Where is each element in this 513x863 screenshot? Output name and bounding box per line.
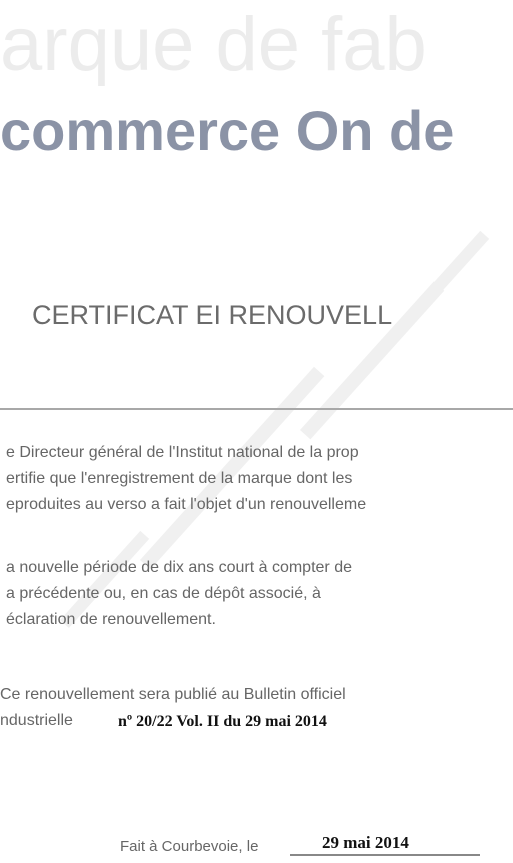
header-line-2: commerce On de <box>0 99 455 162</box>
paragraph-line: ndustrielle <box>0 712 73 729</box>
paragraph-line: eproduites au verso a fait l'objet d'un … <box>6 496 367 513</box>
certificate-title: CERTIFICAT EI RENOUVELL <box>32 300 393 330</box>
paragraph-line: a précédente ou, en cas de dépôt associé… <box>6 585 321 602</box>
paragraph-line: a nouvelle période de dix ans court à co… <box>6 559 352 576</box>
watermark <box>400 230 490 329</box>
bulletin-reference: nº 20/22 Vol. II du 29 mai 2014 <box>118 713 327 730</box>
divider <box>0 408 513 410</box>
paragraph-line: Ce renouvellement sera publié au Bulleti… <box>0 686 346 703</box>
header-line-1: arque de fab <box>0 2 427 87</box>
paragraph-line: e Directeur général de l'Institut nation… <box>6 444 359 461</box>
signature-date: 29 mai 2014 <box>322 833 409 852</box>
signature-label: Fait à Courbevoie, le <box>120 838 259 855</box>
paragraph-line: éclaration de renouvellement. <box>6 611 216 628</box>
paragraph-line: ertifie que l'enregistrement de la marqu… <box>6 470 353 487</box>
